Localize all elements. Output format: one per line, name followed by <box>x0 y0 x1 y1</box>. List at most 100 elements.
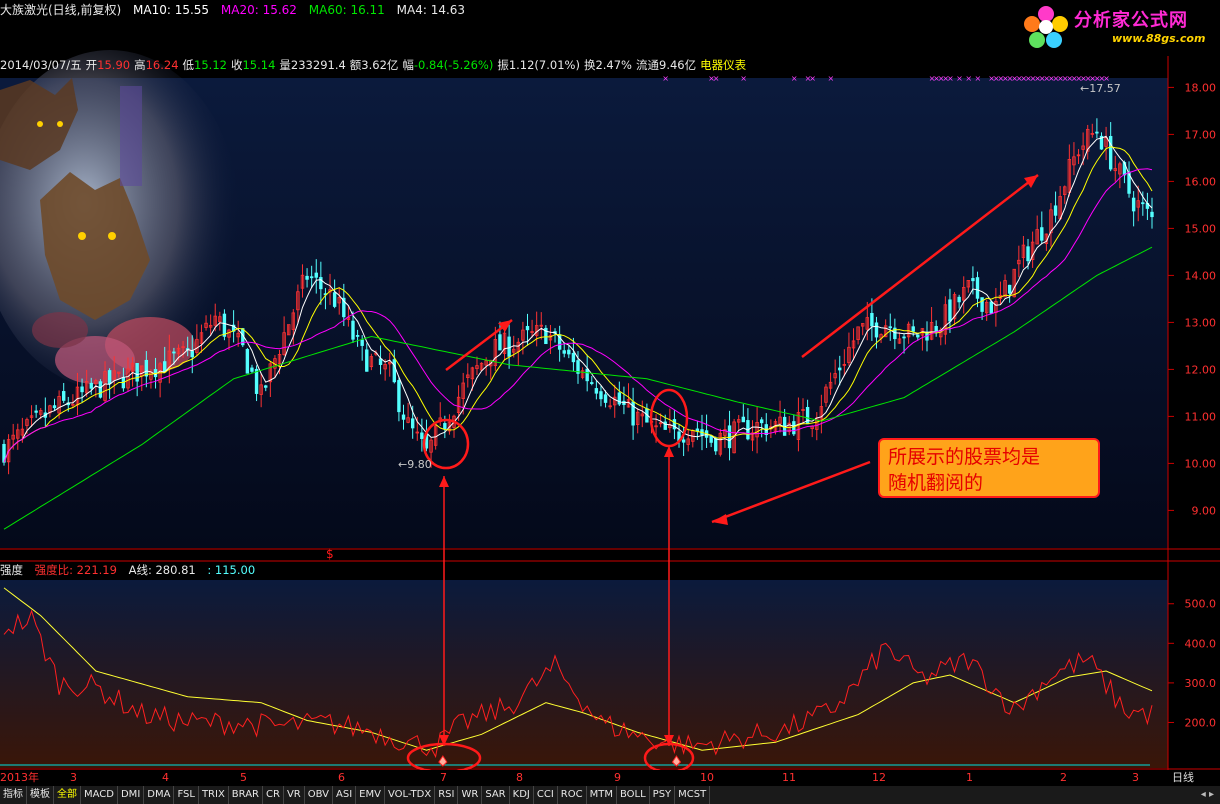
ma20-readout: MA20: 15.62 <box>220 3 297 17</box>
float-value: 9.46亿 <box>659 58 697 72</box>
ma4-readout: MA4: 14.63 <box>396 3 466 17</box>
svg-text:$: $ <box>326 547 334 561</box>
indicator-ratio: 强度比: 221.19 <box>34 563 117 577</box>
logo-title: 分析家公式网 <box>1074 10 1188 31</box>
tab-13[interactable]: EMV <box>356 786 385 804</box>
high-label: 高 <box>134 58 146 72</box>
x-axis-label: 8 <box>516 771 523 784</box>
ind-y-tick-label: 200.0 <box>1185 716 1217 729</box>
signal-x-marker: × <box>740 74 747 83</box>
candle <box>287 324 291 336</box>
y-tick-label: 16.00 <box>1185 175 1217 188</box>
tab-24[interactable]: MCST <box>675 786 711 804</box>
tab-3[interactable]: MACD <box>81 786 118 804</box>
tab-22[interactable]: BOLL <box>617 786 650 804</box>
ma60-readout: MA60: 16.11 <box>308 3 385 17</box>
signal-x-marker: × <box>791 74 798 83</box>
low-value: 15.12 <box>194 58 227 72</box>
amp-label: 振 <box>497 58 509 72</box>
annotation-note: 所展示的股票均是 随机翻阅的 <box>878 438 1100 498</box>
turn-value: 2.47% <box>595 58 632 72</box>
signal-x-marker: × <box>947 74 954 83</box>
y-tick-label: 11.00 <box>1185 410 1217 423</box>
x-axis-label: 6 <box>338 771 345 784</box>
tab-21[interactable]: MTM <box>587 786 617 804</box>
signal-x-marker: × <box>713 74 720 83</box>
float-label: 流通 <box>636 58 659 72</box>
tab-4[interactable]: DMI <box>118 786 145 804</box>
tab-11[interactable]: OBV <box>305 786 333 804</box>
x-axis-label: 3 <box>1132 771 1139 784</box>
logo-url: www.88gs.com <box>1112 32 1206 45</box>
sector-value: 电器仪表 <box>700 58 747 72</box>
candle <box>222 309 227 341</box>
tab-23[interactable]: PSY <box>650 786 676 804</box>
quote-info-bar: 2014/03/07/五 开15.90 高16.24 低15.12 收15.14 量233… <box>0 56 750 74</box>
tab-19[interactable]: CCI <box>534 786 558 804</box>
x-axis-label: 4 <box>162 771 169 784</box>
time-axis: 2013年 3 4 5 6 7 8 9 10 11 12 1 2 3 <box>0 770 1220 785</box>
high-value: 16.24 <box>145 58 179 72</box>
tab-16[interactable]: WR <box>458 786 483 804</box>
vol-label: 量 <box>279 58 291 72</box>
tab-10[interactable]: VR <box>284 786 305 804</box>
signal-x-marker: × <box>809 74 816 83</box>
y-tick-label: 10.00 <box>1185 457 1217 470</box>
x-axis-label: 9 <box>614 771 621 784</box>
tab-2[interactable]: 全部 <box>54 786 81 804</box>
x-axis-label: 10 <box>700 771 714 784</box>
x-axis-label: 3 <box>70 771 77 784</box>
ind-y-tick-label: 400.0 <box>1185 637 1217 650</box>
tab-7[interactable]: TRIX <box>199 786 229 804</box>
indicator-plot-area <box>0 580 1168 768</box>
x-axis-label: 1 <box>966 771 973 784</box>
turn-label: 换 <box>583 58 596 72</box>
annotation-line-2: 随机翻阅的 <box>888 472 984 494</box>
open-value: 15.90 <box>97 58 131 72</box>
signal-x-marker: × <box>956 74 963 83</box>
close-label: 收 <box>230 58 243 72</box>
close-value: 15.14 <box>242 58 276 72</box>
indicator-aline: A线: 280.81 <box>128 563 196 577</box>
y-tick-label: 14.00 <box>1185 269 1217 282</box>
signal-x-marker: × <box>828 74 835 83</box>
y-tick-label: 17.00 <box>1185 128 1217 141</box>
y-tick-label: 15.00 <box>1185 222 1217 235</box>
x-axis-label: 12 <box>872 771 886 784</box>
tab-18[interactable]: KDJ <box>510 786 534 804</box>
quote-date: 2014/03/07/五 <box>0 58 82 72</box>
x-axis-label: 2013年 <box>0 771 39 784</box>
tab-1[interactable]: 模板 <box>27 786 54 804</box>
tab-6[interactable]: FSL <box>174 786 199 804</box>
chg-value: -0.84(-5.26%) <box>413 58 494 72</box>
tab-20[interactable]: ROC <box>558 786 587 804</box>
candle <box>241 327 245 348</box>
candle <box>98 379 103 399</box>
x-axis-label: 11 <box>782 771 796 784</box>
signal-x-marker: × <box>662 74 669 83</box>
tab-8[interactable]: BRAR <box>229 786 263 804</box>
y-tick-label: 9.00 <box>1192 504 1217 517</box>
y-tick-label: 18.00 <box>1185 81 1217 94</box>
tab-scroll-arrows-icon[interactable]: ◂ ▸ <box>1201 786 1214 804</box>
period-label[interactable]: 日线 <box>1172 770 1194 785</box>
y-tick-label: 12.00 <box>1185 363 1217 376</box>
tab-12[interactable]: ASI <box>333 786 357 804</box>
low-label: 低 <box>182 58 195 72</box>
tab-14[interactable]: VOL-TDX <box>385 786 436 804</box>
tab-9[interactable]: CR <box>263 786 284 804</box>
indicator-third: : 115.00 <box>207 563 256 577</box>
indicator-tab-bar: 指标 模板 全部 MACD DMI DMA FSL TRIX BRAR CR VR OBV ASI EMV… <box>0 786 1220 804</box>
tab-17[interactable]: SAR <box>482 786 510 804</box>
tab-15[interactable]: RSI <box>435 786 459 804</box>
indicator-name: 强度 <box>0 563 23 577</box>
site-logo: 分析家公式网 www.88gs.com <box>1020 4 1216 48</box>
stock-title: 大族激光(日线,前复权) <box>0 3 122 17</box>
annotation-line-1: 所展示的股票均是 <box>888 446 1041 468</box>
y-tick-label: 13.00 <box>1185 316 1217 329</box>
signal-x-marker: × <box>965 74 972 83</box>
signal-x-marker: × <box>975 74 982 83</box>
tab-0[interactable]: 指标 <box>0 786 27 804</box>
x-axis-label: 5 <box>240 771 247 784</box>
tab-5[interactable]: DMA <box>144 786 175 804</box>
